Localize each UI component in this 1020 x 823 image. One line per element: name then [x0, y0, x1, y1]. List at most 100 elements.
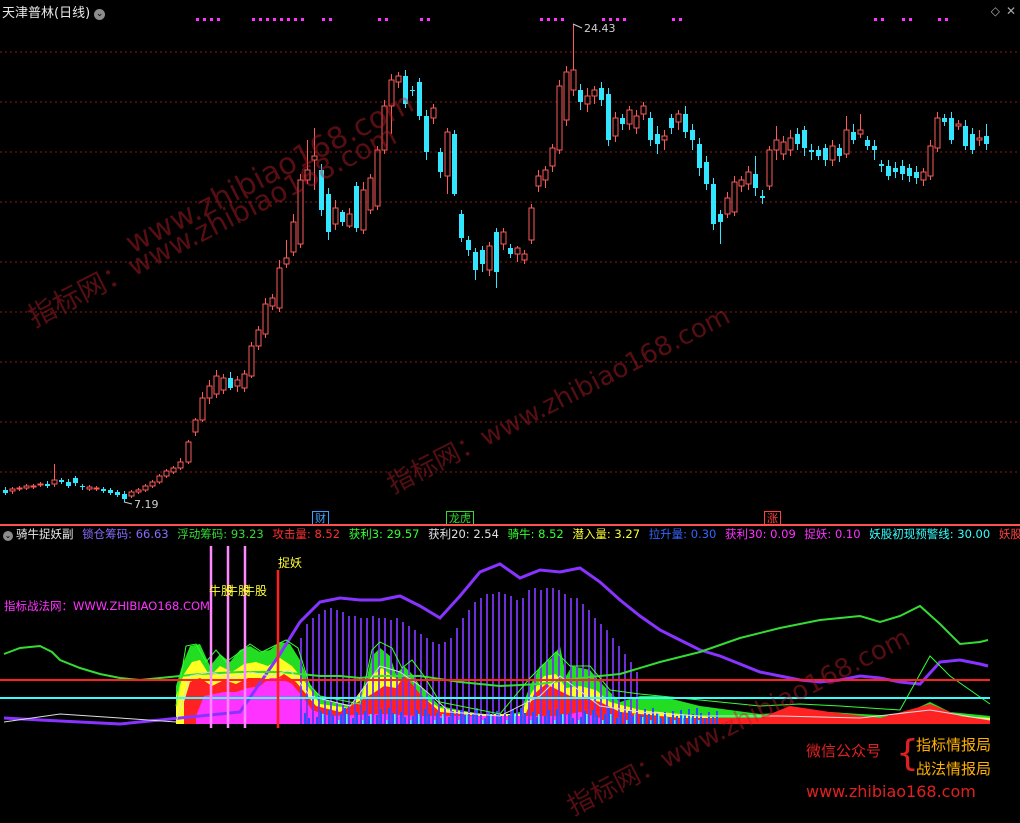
- signal-label-bull-3: 牛股: [243, 584, 268, 598]
- chip-bar: [378, 618, 380, 724]
- candle-body: [893, 168, 898, 172]
- chip-bar: [510, 596, 512, 724]
- label: 骑牛:: [507, 527, 535, 541]
- chip-bar: [384, 618, 386, 724]
- volume-stripe: [376, 715, 378, 724]
- promo-url: www.zhibiao168.com: [806, 782, 976, 801]
- candle-body: [920, 171, 927, 181]
- volume-stripe: [580, 717, 582, 724]
- chip-bar: [468, 610, 470, 724]
- candle-body: [45, 484, 50, 486]
- volume-stripe: [530, 720, 532, 724]
- candle-body: [829, 145, 836, 161]
- volume-stripe: [620, 712, 622, 724]
- candle-body: [276, 267, 283, 309]
- chip-bar: [564, 594, 566, 724]
- chip-bar: [582, 604, 584, 724]
- candle-body: [177, 461, 184, 469]
- volume-stripe: [544, 716, 546, 724]
- signal-dot: [210, 18, 213, 21]
- volume-stripe: [596, 715, 598, 724]
- volume-stripe: [386, 720, 388, 724]
- candle-body: [192, 419, 199, 433]
- label: 妖股极端预警线:: [998, 527, 1020, 541]
- volume-stripe: [584, 711, 586, 724]
- chip-bar: [462, 618, 464, 724]
- chip-bar: [456, 628, 458, 724]
- value-lockup-chips: 锁仓筹码: 66.63: [82, 527, 168, 541]
- candle-body: [843, 129, 850, 155]
- signal-dot: [301, 18, 304, 21]
- volume-stripe: [712, 717, 714, 724]
- signal-dot: [881, 18, 884, 21]
- candle-body: [473, 252, 478, 270]
- volume-stripe: [676, 716, 678, 724]
- volume-stripe: [388, 708, 390, 724]
- volume-stripe: [652, 708, 654, 724]
- label: 获利30:: [724, 527, 767, 541]
- chip-bar: [474, 602, 476, 724]
- candle-body: [80, 486, 85, 487]
- volume-stripe: [328, 710, 330, 724]
- volume-stripe: [476, 708, 478, 724]
- volume-stripe: [436, 713, 438, 724]
- volume-stripe: [368, 716, 370, 724]
- candle-body: [23, 485, 30, 489]
- volume-stripe: [472, 714, 474, 724]
- chip-bar: [312, 618, 314, 724]
- candle-body: [760, 196, 765, 198]
- volume-stripe: [562, 714, 564, 724]
- volume-stripe: [404, 717, 406, 724]
- volume-stripe: [512, 709, 514, 724]
- value-catch-demon: 捉妖: 0.10: [804, 527, 860, 541]
- close-icon[interactable]: ✕: [1006, 4, 1016, 18]
- volume-stripe: [610, 714, 612, 724]
- label: 锁仓筹码:: [82, 527, 133, 541]
- candle-body: [949, 118, 954, 140]
- volume-stripe: [644, 709, 646, 724]
- chip-bar: [624, 654, 626, 724]
- candle-body: [480, 250, 485, 264]
- volume-stripe: [602, 720, 604, 724]
- candle-body: [149, 481, 156, 487]
- candle-body: [907, 168, 912, 176]
- volume-stripe: [554, 720, 556, 724]
- volume-stripe: [538, 714, 540, 724]
- candle-body: [584, 95, 591, 105]
- circle-chevron-down-icon[interactable]: ⌄: [94, 9, 106, 20]
- value: 66.63: [135, 527, 169, 541]
- chip-bar: [372, 616, 374, 724]
- volume-stripe: [410, 720, 412, 724]
- low-price-label: 7.19: [134, 498, 159, 511]
- candle-body: [135, 489, 142, 493]
- chip-bar: [546, 588, 548, 724]
- candle-body: [403, 76, 408, 104]
- candle-body: [185, 441, 192, 463]
- volume-stripe: [586, 714, 588, 724]
- candle-body: [508, 248, 513, 254]
- volume-stripe: [514, 714, 516, 724]
- chip-bar: [324, 610, 326, 724]
- volume-stripe: [666, 717, 668, 724]
- signal-dot: [427, 18, 430, 21]
- volume-stripe: [304, 713, 306, 724]
- volume-stripe: [628, 711, 630, 724]
- candle-body: [766, 149, 773, 187]
- circle-chevron-down-icon[interactable]: ⌄: [3, 531, 13, 541]
- signal-dot: [616, 18, 619, 21]
- candle-body: [914, 172, 919, 178]
- signal-dot: [874, 18, 877, 21]
- value-pull-volume: 拉升量: 0.30: [649, 527, 717, 541]
- signal-dot: [287, 18, 290, 21]
- value-attack-volume: 攻击量: 8.52: [272, 527, 340, 541]
- candle-body: [142, 485, 149, 491]
- candlestick-chart[interactable]: [0, 0, 1020, 524]
- signal-dot: [378, 18, 381, 21]
- diamond-icon[interactable]: ◇: [991, 4, 1000, 18]
- volume-stripe: [394, 714, 396, 724]
- value: 29.57: [386, 527, 420, 541]
- chip-bar: [606, 630, 608, 724]
- signal-dot: [217, 18, 220, 21]
- candle-body: [16, 487, 23, 490]
- chip-bar: [336, 610, 338, 724]
